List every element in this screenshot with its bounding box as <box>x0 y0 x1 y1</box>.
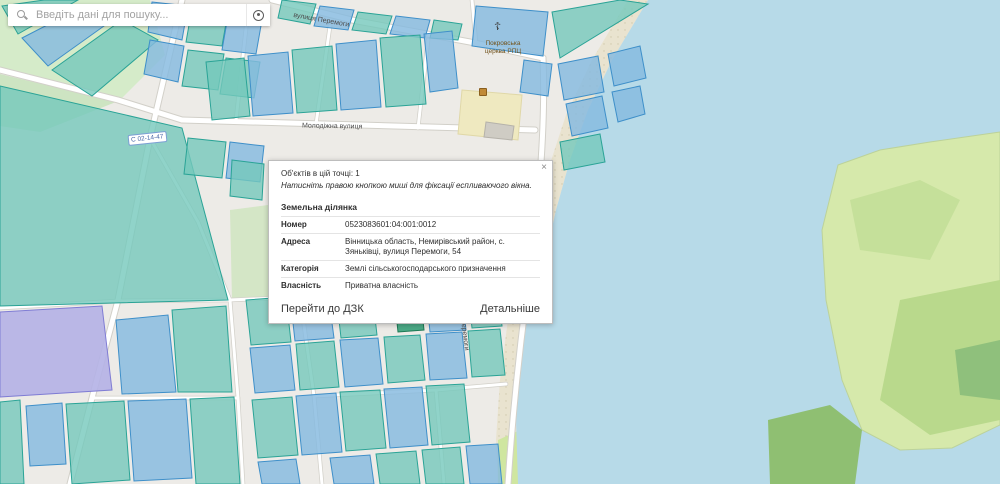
field-label: Категорія <box>281 260 345 278</box>
civic-area <box>457 89 523 141</box>
field-label: Номер <box>281 216 345 234</box>
close-icon[interactable]: × <box>541 163 547 173</box>
field-value: Вінницька область, Немирівський район, с… <box>345 233 540 261</box>
locate-button[interactable] <box>246 4 270 26</box>
table-row: Номер 0523083601:04:001:0012 <box>281 216 540 234</box>
land-parcel-popup: × Об'єктів в цій точці: 1 Натисніть прав… <box>268 160 553 324</box>
details-link[interactable]: Детальніше <box>480 303 540 315</box>
field-value: Приватна власність <box>345 277 540 294</box>
field-value: 0523083601:04:001:0012 <box>345 216 540 234</box>
popup-footer: Перейти до ДЗК Детальніше <box>281 303 540 315</box>
field-label: Власність <box>281 277 345 294</box>
table-row: Категорія Землі сільськогосподарського п… <box>281 260 540 278</box>
field-value: Землі сільськогосподарського призначення <box>345 260 540 278</box>
section-title: Земельна ділянка <box>281 202 358 212</box>
popup-hint: Натисніть правою кнопкою миші для фіксац… <box>281 181 532 190</box>
parcel-info-table: Номер 0523083601:04:001:0012 Адреса Вінн… <box>281 216 540 294</box>
field-label: Адреса <box>281 233 345 261</box>
memorial-poi-icon <box>479 88 487 96</box>
goto-dzk-link[interactable]: Перейти до ДЗК <box>281 303 364 315</box>
locate-icon <box>253 9 264 21</box>
table-row: Адреса Вінницька область, Немирівський р… <box>281 233 540 261</box>
search-input[interactable] <box>28 9 246 21</box>
objects-count-line: Об'єктів в цій точці: 1 <box>281 169 360 178</box>
search-bar <box>8 4 270 26</box>
map-canvas[interactable]: вулиця Перемоги Молодіжна вулиця вулиця … <box>0 0 1000 484</box>
table-row: Власність Приватна власність <box>281 277 540 294</box>
search-icon <box>16 9 28 21</box>
church-icon: ☦ <box>494 21 502 33</box>
